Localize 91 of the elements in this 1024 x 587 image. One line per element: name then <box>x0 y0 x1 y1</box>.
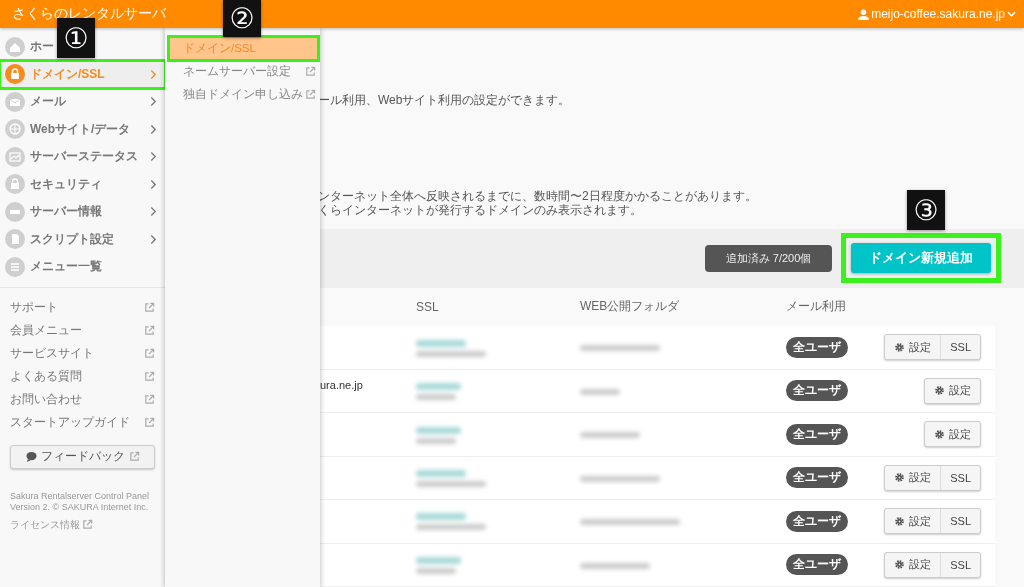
external-link-icon <box>144 347 155 359</box>
footer-text: Version 2. © SAKURA Internet Inc. <box>10 501 150 513</box>
mail-badge: 全ユーザ <box>786 423 848 445</box>
column-header: SSL <box>416 299 439 314</box>
settings-button[interactable]: 設定 <box>885 552 941 577</box>
settings-button[interactable]: 設定 <box>925 378 980 403</box>
server-icon <box>5 201 25 222</box>
mail-badge: 全ユーザ <box>786 336 848 358</box>
count-label: 追加済み 7/200個 <box>705 244 832 272</box>
settings-button[interactable]: 設定 <box>885 509 941 534</box>
settings-button[interactable]: 設定 <box>885 465 941 490</box>
gear-icon <box>934 385 945 397</box>
submenu-item[interactable]: ネームサーバー設定 <box>169 60 320 83</box>
sidebar-link[interactable]: サポート <box>10 298 58 316</box>
sidebar-item[interactable]: サーバーステータス <box>0 143 165 171</box>
list-icon <box>5 256 25 277</box>
chevron-icon <box>150 178 157 190</box>
sidebar-link[interactable]: サービスサイト <box>10 344 94 362</box>
chevron-icon <box>150 123 157 135</box>
user-icon <box>858 8 870 20</box>
gear-icon <box>894 341 906 353</box>
ssl-button[interactable]: SSL <box>940 465 980 490</box>
sidebar-item[interactable]: スクリプト設定 <box>0 225 165 253</box>
sidebar-item[interactable]: セキュリティ <box>0 170 165 198</box>
ssl-button[interactable]: SSL <box>940 335 980 360</box>
blurred-text <box>580 388 620 395</box>
gear-icon <box>934 428 945 440</box>
mail-badge: 全ユーザ <box>786 554 848 576</box>
blurred-text <box>416 339 486 357</box>
external-link-icon <box>305 89 316 100</box>
external-link-icon <box>144 370 155 382</box>
external-link-icon <box>82 519 93 530</box>
ssl-button[interactable]: SSL <box>940 552 980 577</box>
mail-badge: 全ユーザ <box>786 380 848 402</box>
chat-icon <box>25 451 37 462</box>
chevron-icon <box>150 206 157 218</box>
blurred-text <box>416 556 461 574</box>
column-header: メール利用 <box>786 299 846 314</box>
envelope-icon <box>5 91 25 112</box>
blurred-text <box>580 562 650 569</box>
chevron-icon <box>150 233 157 245</box>
account-name[interactable]: meijo-coffee.sakura.ne.jp <box>871 7 1005 21</box>
external-link-icon <box>144 393 155 405</box>
blurred-text <box>416 383 461 401</box>
blurred-text <box>416 469 486 487</box>
note-text: くらインターネットが発行するドメインのみ表示されます。 <box>318 203 642 217</box>
document-icon <box>5 229 25 250</box>
external-link-icon <box>144 324 155 336</box>
external-link-icon <box>144 416 155 428</box>
globe-icon <box>5 119 25 140</box>
external-link-icon <box>305 66 316 77</box>
settings-button[interactable]: 設定 <box>885 335 941 360</box>
sidebar-link[interactable]: よくある質問 <box>10 367 82 385</box>
lock-icon <box>5 174 25 195</box>
step-number-tooltip: ② <box>223 0 261 37</box>
chevron-icon <box>150 96 157 108</box>
chart-icon <box>5 146 25 167</box>
blurred-text <box>580 432 640 439</box>
chevron-down-icon[interactable] <box>1007 10 1016 18</box>
sidebar-item[interactable]: サーバー情報 <box>0 198 165 226</box>
step-number-tooltip: ③ <box>907 190 945 230</box>
external-link-icon <box>144 301 155 313</box>
settings-button[interactable]: 設定 <box>925 422 980 447</box>
column-header: WEB公開フォルダ <box>580 299 680 314</box>
mail-badge: 全ユーザ <box>786 510 848 532</box>
sidebar-item[interactable]: ホー <box>0 33 54 61</box>
house-icon <box>5 36 25 57</box>
feedback-button[interactable]: フィードバック <box>10 444 155 469</box>
sidebar-link[interactable]: お問い合わせ <box>10 390 82 408</box>
footer-text: Sakura Rentalserver Control Panel <box>10 490 151 502</box>
blurred-text <box>416 513 486 531</box>
sidebar-item[interactable]: Webサイト/データ <box>0 115 165 143</box>
blurred-text <box>416 426 461 444</box>
sidebar-link[interactable]: スタートアップガイド <box>10 413 130 431</box>
external-link-icon <box>128 451 140 462</box>
ssl-button[interactable]: SSL <box>940 509 980 534</box>
sidebar-item[interactable]: メニュー一覧 <box>0 253 102 281</box>
gear-icon <box>894 472 906 484</box>
gear-icon <box>894 515 906 527</box>
step-number-tooltip: ① <box>57 18 95 58</box>
sidebar-link[interactable]: 会員メニュー <box>10 321 82 339</box>
submenu-item[interactable]: 独自ドメイン申し込み <box>169 83 320 106</box>
note-text: ンターネット全体へ反映されるまでに、数時間〜2日程度かかることがあります。 <box>318 189 757 203</box>
sidebar-item[interactable]: メール <box>0 88 165 116</box>
chevron-icon <box>150 68 157 80</box>
lock-icon <box>5 64 25 85</box>
domain-text: ura.ne.jp <box>320 378 363 391</box>
mail-badge: 全ユーザ <box>786 467 848 489</box>
gear-icon <box>894 559 906 571</box>
chevron-icon <box>150 151 157 163</box>
license-link[interactable]: ライセンス情報 <box>10 517 80 532</box>
